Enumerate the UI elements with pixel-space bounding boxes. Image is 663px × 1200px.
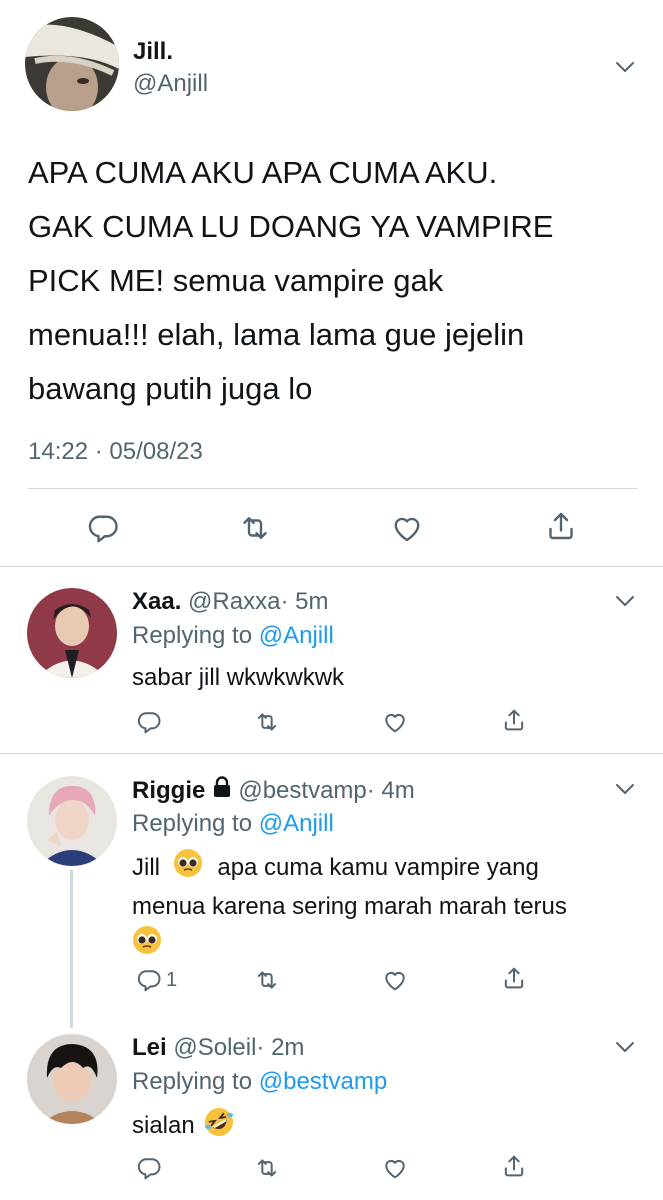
pleading-face-emoji-icon [132, 925, 162, 966]
reply-display-name[interactable]: Riggie [132, 777, 205, 805]
author-display-name[interactable]: Jill. [133, 38, 173, 66]
retweet-button[interactable] [253, 966, 281, 994]
tweet-text-line: GAK CUMA LU DOANG YA VAMPIRE [28, 209, 554, 244]
timestamp-divider [28, 488, 637, 489]
replying-to-label: Replying to [132, 622, 253, 649]
share-button[interactable] [500, 706, 528, 734]
reply-handle[interactable]: @Raxxa [188, 588, 280, 615]
tweet-text-line: PICK ME! semua vampire gak [28, 263, 444, 298]
retweet-icon [257, 1159, 277, 1177]
more-options-chevron-down-icon[interactable] [612, 588, 638, 614]
author-avatar[interactable] [25, 17, 119, 111]
thread-connector-line [70, 870, 73, 1028]
reply-icon [137, 1158, 161, 1180]
author-handle[interactable]: @Anjill [133, 70, 208, 98]
more-options-chevron-down-icon[interactable] [612, 776, 638, 802]
tweet-text: APA CUMA AKU APA CUMA AKU. GAK CUMA LU D… [28, 146, 553, 416]
reply-time[interactable]: · 2m [256, 1034, 304, 1061]
retweet-button[interactable] [253, 708, 281, 736]
like-icon [385, 714, 405, 733]
tweet-text-line: APA CUMA AKU APA CUMA AKU. [28, 155, 498, 190]
reply-header: Lei @Soleil· 2m [132, 1034, 304, 1062]
reply-time[interactable]: · 5m [280, 588, 328, 615]
reply-text-segment: apa cuma kamu vampire yang [217, 853, 539, 881]
pleading-face-emoji-icon [173, 848, 203, 889]
retweet-button[interactable] [237, 510, 273, 546]
reply-icon [88, 515, 118, 543]
more-options-chevron-down-icon[interactable] [612, 54, 638, 80]
reply-text: Jill apa cuma kamu vampire yang menua ka… [132, 848, 567, 966]
reply-button[interactable]: 1 [135, 966, 177, 994]
replying-to-handle-link[interactable]: @Anjill [259, 622, 334, 649]
share-button[interactable] [543, 508, 579, 544]
reply-display-name[interactable]: Xaa. [132, 588, 181, 615]
replying-to: Replying to @bestvamp [132, 1068, 387, 1096]
reply-header: Riggie @bestvamp · 4m [132, 776, 415, 805]
reply-icon [137, 970, 161, 992]
reply-divider [0, 753, 663, 754]
like-button[interactable] [381, 708, 409, 736]
tweet-timestamp[interactable]: 14:22 · 05/08/23 [28, 438, 203, 466]
share-icon [549, 512, 573, 540]
tweet-text-line: bawang putih juga lo [28, 371, 313, 406]
replying-to-handle-link[interactable]: @bestvamp [259, 1068, 387, 1095]
reply-button[interactable] [85, 510, 121, 546]
reply-icon [137, 712, 161, 734]
share-icon [504, 967, 524, 989]
like-icon [394, 517, 420, 542]
reply-avatar[interactable] [27, 1034, 117, 1124]
replying-to: Replying to @Anjill [132, 810, 334, 838]
lock-icon [212, 776, 232, 805]
like-button[interactable] [389, 510, 425, 546]
reply-button[interactable] [135, 1154, 163, 1182]
retweet-icon [243, 517, 267, 539]
reply-avatar[interactable] [27, 776, 117, 866]
replying-to-label: Replying to [132, 1068, 253, 1095]
retweet-icon [257, 971, 277, 989]
like-button[interactable] [381, 1154, 409, 1182]
replying-to-label: Replying to [132, 810, 253, 837]
retweet-button[interactable] [253, 1154, 281, 1182]
like-icon [385, 1160, 405, 1179]
more-options-chevron-down-icon[interactable] [612, 1034, 638, 1060]
reply-count: 1 [166, 968, 178, 991]
replying-to-handle-link[interactable]: @Anjill [259, 810, 334, 837]
reply-avatar[interactable] [27, 588, 117, 678]
tweet-divider [0, 566, 663, 567]
reply-time[interactable]: · 4m [367, 777, 415, 805]
reply-header: Xaa. @Raxxa· 5m [132, 588, 328, 616]
like-icon [385, 972, 405, 991]
like-button[interactable] [381, 966, 409, 994]
share-icon [504, 709, 524, 731]
tweet-text-line: menua!!! elah, lama lama gue jejelin [28, 317, 525, 352]
retweet-icon [257, 713, 277, 731]
reply-handle[interactable]: @bestvamp [238, 777, 366, 805]
reply-text-segment: Jill [132, 853, 160, 881]
share-icon [504, 1155, 524, 1177]
reply-handle[interactable]: @Soleil [173, 1034, 256, 1061]
share-button[interactable] [500, 964, 528, 992]
reply-text: sabar jill wkwkwkwk [132, 664, 345, 691]
rofl-emoji-icon [203, 1106, 235, 1145]
reply-text: sialan [132, 1106, 235, 1145]
reply-display-name[interactable]: Lei [132, 1034, 167, 1061]
reply-text-segment: sialan [132, 1111, 195, 1139]
share-button[interactable] [500, 1152, 528, 1180]
replying-to: Replying to @Anjill [132, 622, 334, 650]
reply-button[interactable] [135, 708, 163, 736]
reply-text-line: menua karena sering marah marah terus [132, 893, 567, 920]
